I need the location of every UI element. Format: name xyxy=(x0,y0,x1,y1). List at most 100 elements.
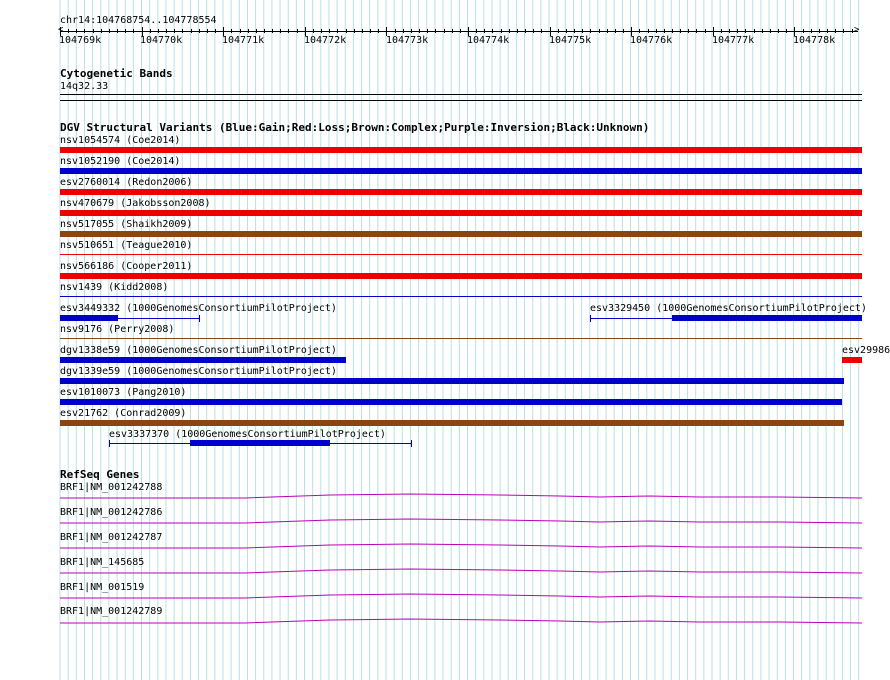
ruler-minor-tick xyxy=(574,29,575,33)
ruler-minor-tick xyxy=(403,29,404,33)
variant-end-cap xyxy=(411,440,412,447)
ruler-minor-tick xyxy=(60,29,61,33)
ruler-minor-tick xyxy=(705,29,706,33)
dgv-track-title: DGV Structural Variants (Blue:Gain;Red:L… xyxy=(60,121,650,134)
ruler-minor-tick xyxy=(117,29,118,33)
variant-bar-gain[interactable] xyxy=(60,315,118,321)
ruler-minor-tick xyxy=(125,29,126,33)
ruler-minor-tick xyxy=(827,29,828,33)
ruler-minor-tick xyxy=(607,29,608,33)
ruler-minor-tick xyxy=(329,29,330,33)
variant-line-gain[interactable] xyxy=(118,318,200,319)
ruler-minor-tick xyxy=(729,29,730,33)
ruler-minor-tick xyxy=(745,29,746,33)
variant-bar-complex[interactable] xyxy=(60,420,844,426)
ruler-minor-tick xyxy=(264,29,265,33)
ruler-minor-tick xyxy=(811,29,812,33)
variant-label[interactable]: esv3329450 (1000GenomesConsortiumPilotPr… xyxy=(590,303,867,315)
ruler-minor-tick xyxy=(794,29,795,33)
ruler-minor-tick xyxy=(280,29,281,33)
variant-label[interactable]: nsv517055 (Shaikh2009) xyxy=(60,219,192,231)
ruler-minor-tick xyxy=(615,29,616,33)
ruler-minor-tick xyxy=(664,29,665,33)
ruler-minor-tick xyxy=(435,29,436,33)
ruler-minor-tick xyxy=(819,29,820,33)
ruler-minor-tick xyxy=(680,29,681,33)
gene-label[interactable]: BRF1|NM_001242787 xyxy=(60,532,162,544)
refseq-track-title: RefSeq Genes xyxy=(60,468,140,481)
ruler-minor-tick xyxy=(452,29,453,33)
variant-bar-gain[interactable] xyxy=(60,168,862,174)
variant-bar-complex[interactable] xyxy=(60,231,862,237)
ruler-minor-tick xyxy=(501,29,502,33)
variant-label[interactable]: nsv1439 (Kidd2008) xyxy=(60,282,168,294)
ruler-minor-tick xyxy=(150,29,151,33)
ruler-minor-tick xyxy=(84,29,85,33)
ruler-minor-tick xyxy=(509,29,510,33)
ruler-minor-tick xyxy=(248,29,249,33)
ruler-minor-tick xyxy=(370,29,371,33)
ruler-minor-tick xyxy=(558,29,559,33)
ruler-minor-tick xyxy=(770,29,771,33)
ruler-minor-tick xyxy=(419,29,420,33)
gene-label[interactable]: BRF1|NM_001519 xyxy=(60,582,144,594)
ruler-minor-tick xyxy=(852,29,853,33)
variant-bar-loss[interactable] xyxy=(60,147,862,153)
variant-label[interactable]: nsv470679 (Jakobsson2008) xyxy=(60,198,211,210)
variant-bar-gain[interactable] xyxy=(60,399,842,405)
gene-label[interactable]: BRF1|NM_001242788 xyxy=(60,482,162,494)
variant-label[interactable]: esv3449332 (1000GenomesConsortiumPilotPr… xyxy=(60,303,337,315)
ruler-right-arrow[interactable]: > xyxy=(854,26,859,35)
ruler-minor-tick xyxy=(240,29,241,33)
variant-label[interactable]: nsv9176 (Perry2008) xyxy=(60,324,174,336)
variant-bar-loss[interactable] xyxy=(60,273,862,279)
variant-label[interactable]: nsv510651 (Teague2010) xyxy=(60,240,192,252)
variant-bar-gain[interactable] xyxy=(190,440,330,446)
variant-label[interactable]: dgv1338e59 (1000GenomesConsortiumPilotPr… xyxy=(60,345,337,357)
cyto-band-line-bottom xyxy=(60,100,862,101)
ruler-minor-tick xyxy=(337,29,338,33)
ruler-tick-label: 104777k xyxy=(712,35,755,46)
ruler-tick-label: 104772k xyxy=(304,35,347,46)
variant-label[interactable]: esv1010073 (Pang2010) xyxy=(60,387,186,399)
ruler-minor-tick xyxy=(721,29,722,33)
ruler-minor-tick xyxy=(101,29,102,33)
gene-label[interactable]: BRF1|NM_001242786 xyxy=(60,507,162,519)
variant-bar-loss[interactable] xyxy=(60,210,862,216)
ruler-minor-tick xyxy=(843,29,844,33)
variant-line-gain[interactable] xyxy=(590,318,672,319)
variant-label[interactable]: esv29986 xyxy=(842,345,890,357)
ruler-minor-tick xyxy=(386,29,387,33)
ruler-minor-tick xyxy=(313,29,314,33)
ruler-minor-tick xyxy=(297,29,298,33)
variant-bar-gain[interactable] xyxy=(672,315,862,321)
ruler-minor-tick xyxy=(272,29,273,33)
variant-bar-loss[interactable] xyxy=(842,357,862,363)
ruler-minor-tick xyxy=(737,29,738,33)
ruler-minor-tick xyxy=(215,29,216,33)
variant-label[interactable]: nsv566186 (Cooper2011) xyxy=(60,261,192,273)
ruler-minor-tick xyxy=(174,29,175,33)
variant-line-gain[interactable] xyxy=(60,296,862,297)
ruler-minor-tick xyxy=(835,29,836,33)
track-grid xyxy=(59,0,860,680)
variant-label[interactable]: esv2760014 (Redon2006) xyxy=(60,177,192,189)
variant-label[interactable]: esv21762 (Conrad2009) xyxy=(60,408,186,420)
ruler-minor-tick xyxy=(566,29,567,33)
variant-line-loss[interactable] xyxy=(60,254,862,255)
cyto-band-label[interactable]: 14q32.33 xyxy=(60,81,108,93)
variant-bar-gain[interactable] xyxy=(60,357,346,363)
variant-label[interactable]: dgv1339e59 (1000GenomesConsortiumPilotPr… xyxy=(60,366,337,378)
gene-label[interactable]: BRF1|NM_001242789 xyxy=(60,606,162,618)
variant-line-complex[interactable] xyxy=(60,338,862,339)
variant-label[interactable]: nsv1054574 (Coe2014) xyxy=(60,135,180,147)
variant-bar-gain[interactable] xyxy=(60,378,844,384)
ruler-tick-label: 104776k xyxy=(630,35,673,46)
ruler-minor-tick xyxy=(362,29,363,33)
variant-bar-loss[interactable] xyxy=(60,189,862,195)
gene-label[interactable]: BRF1|NM_145685 xyxy=(60,557,144,569)
cyto-track-title: Cytogenetic Bands xyxy=(60,67,173,80)
ruler-minor-tick xyxy=(427,29,428,33)
ruler-minor-tick xyxy=(599,29,600,33)
variant-label[interactable]: nsv1052190 (Coe2014) xyxy=(60,156,180,168)
